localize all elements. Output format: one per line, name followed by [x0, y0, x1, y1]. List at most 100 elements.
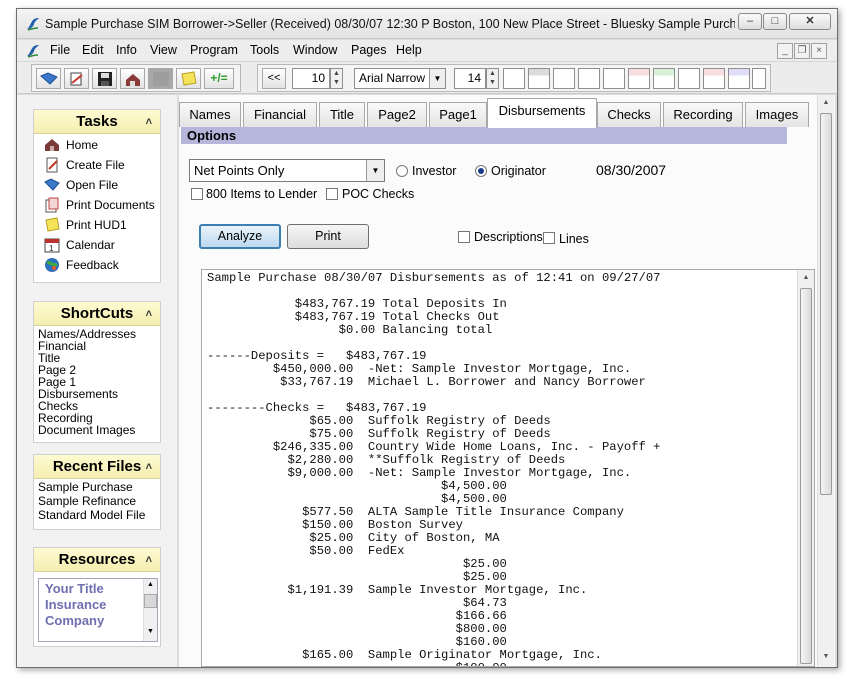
report-line: $4,500.00	[441, 479, 507, 493]
tab-page2[interactable]: Page2	[367, 102, 427, 127]
lines-label[interactable]: Lines	[559, 232, 589, 246]
scroll-thumb[interactable]	[800, 288, 812, 664]
disbursement-report[interactable]: Sample Purchase 08/30/07 Disbursements a…	[201, 269, 815, 667]
items-to-lender-checkbox[interactable]	[191, 188, 203, 200]
task-create-file[interactable]: Create File	[34, 155, 160, 175]
shortcut-document-images[interactable]: Document Images	[34, 424, 160, 436]
nav-back-button[interactable]: <<	[262, 68, 286, 89]
mdi-close-button[interactable]: ×	[811, 43, 827, 59]
scroll-thumb[interactable]	[820, 113, 832, 495]
toolbar-save-button[interactable]	[92, 68, 117, 89]
format-style-button-4[interactable]	[578, 68, 600, 89]
font-size-spinner[interactable]: ▲ ▼	[486, 68, 499, 89]
menu-file[interactable]: File	[50, 43, 70, 57]
lines-checkbox[interactable]	[543, 232, 555, 244]
analyze-button[interactable]: Analyze	[199, 224, 281, 249]
toolbar-calculator-button[interactable]: +/=	[204, 68, 234, 89]
originator-radio-label[interactable]: Originator	[491, 164, 546, 178]
recent-file-item[interactable]: Sample Purchase	[34, 480, 160, 494]
menu-tools[interactable]: Tools	[250, 43, 279, 57]
format-style-button-8[interactable]	[678, 68, 700, 89]
format-style-button-6[interactable]	[628, 68, 650, 89]
investor-radio-label[interactable]: Investor	[412, 164, 456, 178]
tab-disbursements[interactable]: Disbursements	[487, 98, 597, 128]
window-scrollbar[interactable]: ▲ ▼	[817, 95, 834, 667]
page-number-spinner[interactable]: ▲ ▼	[330, 68, 343, 89]
toolbar-notes-button[interactable]	[176, 68, 201, 89]
format-style-button-3[interactable]	[553, 68, 575, 89]
format-style-button-1[interactable]	[503, 68, 525, 89]
toolbar-blank-button[interactable]	[148, 68, 173, 89]
collapse-icon[interactable]: ˄	[146, 110, 152, 134]
descriptions-checkbox[interactable]	[458, 231, 470, 243]
menu-info[interactable]: Info	[116, 43, 137, 57]
poc-checks-label[interactable]: POC Checks	[342, 187, 414, 201]
format-style-button-5[interactable]	[603, 68, 625, 89]
scroll-down-icon[interactable]: ▼	[144, 628, 157, 635]
toolbar-open-file-button[interactable]	[36, 68, 61, 89]
tab-checks[interactable]: Checks	[597, 102, 661, 127]
format-style-button-2[interactable]	[528, 68, 550, 89]
menu-window[interactable]: Window	[293, 43, 337, 57]
task-open-file[interactable]: Open File	[34, 175, 160, 195]
format-style-button-7[interactable]	[653, 68, 675, 89]
descriptions-label[interactable]: Descriptions	[474, 230, 543, 244]
format-style-button-10[interactable]	[728, 68, 750, 89]
task-feedback[interactable]: Feedback	[34, 255, 160, 275]
task-label: Calendar	[66, 238, 115, 252]
investor-radio[interactable]	[396, 165, 408, 177]
toolbar-print-hud-button[interactable]	[120, 68, 145, 89]
poc-checks-checkbox[interactable]	[326, 188, 338, 200]
scroll-thumb[interactable]	[144, 594, 157, 608]
mdi-minimize-button[interactable]: _	[777, 43, 793, 59]
task-print-documents[interactable]: Print Documents	[34, 195, 160, 215]
menu-edit[interactable]: Edit	[82, 43, 104, 57]
scroll-up-icon[interactable]: ▲	[818, 95, 834, 111]
collapse-icon[interactable]: ˄	[146, 302, 152, 326]
open-file-icon	[44, 178, 60, 191]
menu-program[interactable]: Program	[190, 43, 238, 57]
resources-content-box[interactable]: Your Title Insurance Company ▲ ▼	[38, 578, 158, 642]
tab-title[interactable]: Title	[319, 102, 365, 127]
tab-names[interactable]: Names	[179, 102, 241, 127]
tab-recording[interactable]: Recording	[663, 102, 743, 127]
close-button[interactable]: ✕	[789, 13, 831, 30]
originator-radio[interactable]	[475, 165, 487, 177]
toolbar-print-documents-button[interactable]	[64, 68, 89, 89]
disbursement-mode-select[interactable]: Net Points Only ▼	[189, 159, 385, 182]
print-button[interactable]: Print	[287, 224, 369, 249]
recent-file-item[interactable]: Standard Model File	[34, 508, 160, 522]
tab-page1[interactable]: Page1	[429, 102, 487, 127]
recent-file-item[interactable]: Sample Refinance	[34, 494, 160, 508]
tab-financial[interactable]: Financial	[243, 102, 317, 127]
scroll-up-icon[interactable]: ▲	[798, 270, 814, 286]
maximize-button[interactable]: □	[763, 13, 787, 30]
collapse-icon[interactable]: ˄	[146, 548, 152, 572]
resources-header[interactable]: Resources ˄	[34, 548, 160, 572]
tab-images[interactable]: Images	[745, 102, 809, 127]
report-line: $165.00 Sample Originator Mortgage, Inc.	[302, 648, 602, 662]
items-to-lender-label[interactable]: 800 Items to Lender	[206, 187, 317, 201]
collapse-icon[interactable]: ˄	[146, 455, 152, 479]
task-calendar[interactable]: 1 Calendar	[34, 235, 160, 255]
format-style-button-11[interactable]	[752, 68, 766, 89]
task-home[interactable]: Home	[34, 135, 160, 155]
font-size-input[interactable]: 14	[454, 68, 486, 89]
minimize-button[interactable]: –	[738, 13, 762, 30]
scroll-up-icon[interactable]: ▲	[144, 581, 157, 588]
scroll-down-icon[interactable]: ▼	[818, 649, 834, 665]
tasks-header[interactable]: Tasks ˄	[34, 110, 160, 134]
menu-view[interactable]: View	[150, 43, 177, 57]
resources-scrollbar[interactable]: ▲ ▼	[143, 579, 157, 641]
report-scrollbar[interactable]: ▲	[797, 270, 814, 666]
menu-pages[interactable]: Pages	[351, 43, 386, 57]
menu-help[interactable]: Help	[396, 43, 422, 57]
task-print-hud1[interactable]: Print HUD1	[34, 215, 160, 235]
format-style-button-9[interactable]	[703, 68, 725, 89]
report-line: $25.00	[462, 570, 507, 584]
shortcuts-header[interactable]: ShortCuts ˄	[34, 302, 160, 326]
recent-files-header[interactable]: Recent Files ˄	[34, 455, 160, 479]
mdi-restore-button[interactable]: ❐	[794, 43, 810, 59]
font-name-select[interactable]: Arial Narrow ▼	[354, 68, 446, 89]
page-number-input[interactable]: 10	[292, 68, 330, 89]
